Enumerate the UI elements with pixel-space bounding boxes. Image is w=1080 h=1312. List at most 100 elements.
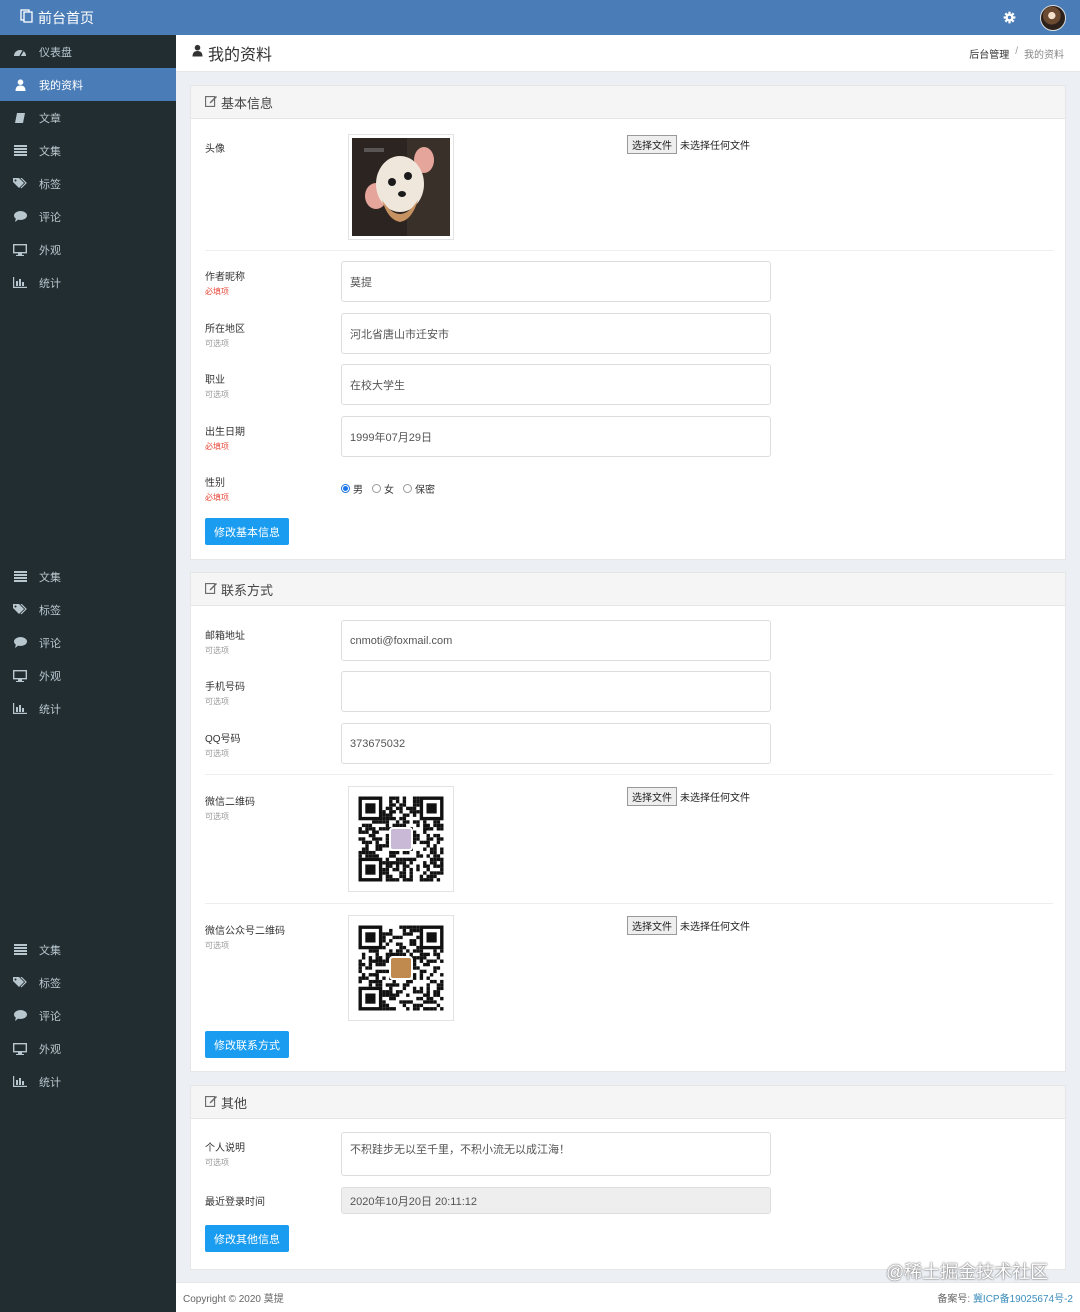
region-input[interactable]: 河北省唐山市迁安市 [341, 313, 771, 354]
nickname-row: 作者昵称 必填项 莫提 [205, 261, 1053, 302]
qq-input[interactable]: 373675032 [341, 723, 771, 764]
sidebar-item-articles[interactable]: 文章 [0, 101, 176, 134]
record-link[interactable]: 冀ICP备19025674号-2 [973, 1294, 1073, 1305]
email-row: 邮箱地址 可选项 cnmoti@foxmail.com [205, 620, 1053, 661]
sidebar-item-label: 文章 [39, 112, 61, 125]
card-title: 联系方式 [221, 582, 274, 598]
radio-dot[interactable] [403, 484, 412, 493]
birthday-input[interactable]: 1999年07月29日 [341, 416, 771, 457]
sidebar-item-stats[interactable]: 统计 [0, 692, 176, 725]
sidebar-item-label: 我的资料 [39, 79, 83, 92]
birthday-row: 出生日期 必填项 1999年07月29日 [205, 416, 1053, 457]
birthday-label: 出生日期 [205, 427, 245, 438]
choose-file-button[interactable]: 选择文件 [627, 135, 677, 154]
sidebar-item-comments[interactable]: 评论 [0, 626, 176, 659]
sidebar-item-label: 标签 [39, 178, 61, 191]
comment-icon [12, 1010, 28, 1022]
gender-row: 性别 必填项 男 女 保密 [205, 468, 1053, 504]
bar-chart-icon [12, 1076, 28, 1088]
last-login-row: 最近登录时间 2020年10月20日 20:11:12 [205, 1187, 1053, 1214]
update-basic-button[interactable]: 修改基本信息 [205, 518, 289, 545]
user-avatar[interactable] [1040, 4, 1066, 31]
region-row: 所在地区 可选项 河北省唐山市迁安市 [205, 313, 1053, 354]
optional-hint: 可选项 [205, 941, 229, 950]
choose-file-button[interactable]: 选择文件 [627, 787, 677, 806]
divider [205, 250, 1053, 251]
gender-option-label: 男 [353, 485, 363, 496]
phone-row: 手机号码 可选项 [205, 671, 1053, 712]
sidebar-item-label: 统计 [39, 277, 61, 290]
sidebar-item-profile[interactable]: 我的资料 [0, 68, 176, 101]
radio-dot[interactable] [341, 484, 350, 493]
required-hint: 必填项 [205, 493, 229, 502]
mp-qr-file-input[interactable]: 选择文件 未选择任何文件 [627, 916, 750, 935]
sidebar-item-label: 标签 [39, 977, 61, 990]
sidebar-item-label: 外观 [39, 670, 61, 683]
wechat-qr-file-input[interactable]: 选择文件 未选择任何文件 [627, 787, 750, 806]
sidebar-item-appearance[interactable]: 外观 [0, 659, 176, 692]
gender-option-male[interactable]: 男 [341, 481, 363, 496]
update-contact-button[interactable]: 修改联系方式 [205, 1031, 289, 1058]
sidebar-item-label: 评论 [39, 1010, 61, 1023]
comment-icon [12, 211, 28, 223]
sidebar-item-tags[interactable]: 标签 [0, 966, 176, 999]
gender-option-secret[interactable]: 保密 [403, 481, 435, 496]
sidebar-item-appearance[interactable]: 外观 [0, 1032, 176, 1065]
qq-label: QQ号码 [205, 734, 241, 745]
optional-hint: 可选项 [205, 1158, 229, 1167]
desktop-icon [12, 1042, 28, 1055]
breadcrumb-separator: / [1015, 45, 1018, 57]
copyright-text: Copyright © 2020 莫提 [183, 1294, 284, 1305]
sidebar-item-label: 仪表盘 [39, 46, 72, 59]
main-content: 我的资料 后台管理 / 我的资料 基本信息 头像 选择文件 未选择任何文件 作者… [176, 35, 1080, 1312]
choose-file-button[interactable]: 选择文件 [627, 916, 677, 935]
sidebar-item-tags[interactable]: 标签 [0, 593, 176, 626]
dashboard-icon [12, 46, 28, 58]
card-title: 其他 [221, 1095, 248, 1111]
breadcrumb: 后台管理 / 我的资料 [969, 46, 1064, 61]
sidebar-item-collections[interactable]: 文集 [0, 560, 176, 593]
sidebar-item-appearance[interactable]: 外观 [0, 233, 176, 266]
divider [205, 774, 1053, 775]
home-link[interactable]: 前台首页 [0, 0, 94, 35]
file-status: 未选择任何文件 [680, 141, 750, 152]
sidebar-item-dashboard[interactable]: 仪表盘 [0, 35, 176, 68]
sidebar-item-tags[interactable]: 标签 [0, 167, 176, 200]
desktop-icon [12, 243, 28, 256]
record-label: 备案号: [937, 1294, 971, 1305]
radio-dot[interactable] [372, 484, 381, 493]
sidebar-item-label: 外观 [39, 244, 61, 257]
breadcrumb-item-admin[interactable]: 后台管理 [969, 46, 1009, 61]
book-icon [12, 112, 28, 124]
pages-icon [20, 9, 33, 26]
file-status: 未选择任何文件 [680, 922, 750, 933]
mp-qr-row: 微信公众号二维码 可选项 选择文件 未选择任何文件 [205, 915, 1053, 1021]
mp-qr-label: 微信公众号二维码 [205, 926, 285, 937]
sidebar-item-comments[interactable]: 评论 [0, 999, 176, 1032]
phone-input[interactable] [341, 671, 771, 712]
sidebar-item-stats[interactable]: 统计 [0, 266, 176, 299]
gear-icon[interactable] [1002, 11, 1016, 25]
gender-option-female[interactable]: 女 [372, 481, 394, 496]
job-input[interactable]: 在校大学生 [341, 364, 771, 405]
sidebar-item-stats[interactable]: 统计 [0, 1065, 176, 1098]
contact-card: 联系方式 邮箱地址 可选项 cnmoti@foxmail.com 手机号码 可选… [190, 572, 1066, 1072]
email-input[interactable]: cnmoti@foxmail.com [341, 620, 771, 661]
sidebar-item-label: 文集 [39, 944, 61, 957]
sidebar-item-collections[interactable]: 文集 [0, 134, 176, 167]
sidebar-item-collections[interactable]: 文集 [0, 933, 176, 966]
avatar-file-input[interactable]: 选择文件 未选择任何文件 [627, 135, 750, 154]
edit-icon [205, 582, 217, 597]
card-header: 基本信息 [191, 86, 1065, 119]
nickname-input[interactable]: 莫提 [341, 261, 771, 302]
update-other-button[interactable]: 修改其他信息 [205, 1225, 289, 1252]
top-navbar: 前台首页 [0, 0, 1080, 35]
last-login-input: 2020年10月20日 20:11:12 [341, 1187, 771, 1214]
wechat-qr-label: 微信二维码 [205, 797, 255, 808]
sidebar-item-comments[interactable]: 评论 [0, 200, 176, 233]
bio-textarea[interactable]: 不积跬步无以至千里，不积小流无以成江海！ [341, 1132, 771, 1176]
nickname-label: 作者昵称 [205, 272, 245, 283]
sidebar: 仪表盘 我的资料 文章 文集 标签 评论 外观 统计 文集 标签 评论 外观 统… [0, 35, 176, 1312]
optional-hint: 可选项 [205, 749, 229, 758]
page-title: 我的资料 [192, 41, 272, 65]
